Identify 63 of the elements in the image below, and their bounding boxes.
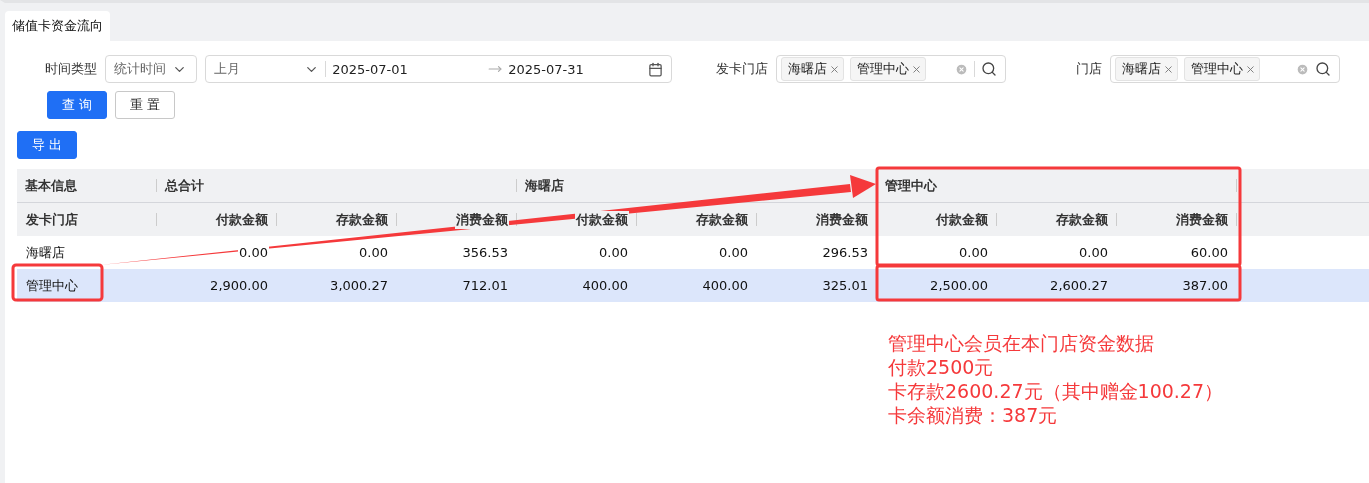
- field-label: 门店: [1076, 60, 1102, 78]
- table-cell: 712.01: [461, 278, 509, 293]
- column-header: 发卡门店: [25, 210, 79, 229]
- table-cell: 管理中心: [25, 276, 79, 295]
- search-icon[interactable]: [981, 61, 997, 77]
- close-icon[interactable]: [829, 63, 840, 75]
- store-tag: 海曙店: [1115, 57, 1178, 81]
- table-cell: 356.53: [461, 245, 509, 260]
- table-cell: 2,600.27: [1049, 278, 1109, 293]
- store-select[interactable]: 海曙店 管理中心: [776, 55, 1006, 83]
- table-row[interactable]: 管理中心 2,900.00 3,000.27 712.01 400.00 400.00 325.01 2,500.00 2,600.27 387.00: [17, 269, 1369, 302]
- store-tag: 管理中心: [1184, 57, 1260, 81]
- table-cell: 海曙店: [25, 243, 66, 262]
- store-select[interactable]: 海曙店 管理中心: [1110, 55, 1340, 83]
- annotation-line: 卡余额消费：387元: [888, 403, 1059, 427]
- close-icon[interactable]: [1245, 63, 1256, 75]
- table-cell: 2,500.00: [929, 278, 989, 293]
- table-cell: 0.00: [718, 245, 749, 260]
- close-icon[interactable]: [911, 63, 922, 75]
- field-label: 时间类型: [45, 60, 97, 78]
- table-cell: 325.01: [821, 278, 869, 293]
- group-header: 总合计: [157, 169, 517, 202]
- column-header: 存款金额: [695, 210, 749, 229]
- query-button[interactable]: 查 询: [47, 91, 108, 119]
- group-header: 基本信息: [17, 169, 157, 202]
- date-range-picker[interactable]: 上月 2025-07-01 2025-07-31: [205, 55, 672, 83]
- table-cell: 387.00: [1181, 278, 1229, 293]
- time-type-select[interactable]: 统计时间: [105, 55, 197, 83]
- reset-button[interactable]: 重 置: [115, 91, 176, 119]
- field-label: 发卡门店: [716, 60, 768, 78]
- close-icon[interactable]: [1163, 63, 1174, 75]
- group-header: 管理中心: [877, 169, 1237, 202]
- column-header: 消费金额: [815, 210, 869, 229]
- table-cell: 400.00: [701, 278, 749, 293]
- table-cell: 0.00: [598, 245, 629, 260]
- column-header: 付款金额: [215, 210, 269, 229]
- annotation-line: 卡存款2600.27元（其中赠金100.27）: [888, 379, 1224, 403]
- export-button[interactable]: 导 出: [17, 131, 78, 159]
- table-cell: 400.00: [581, 278, 629, 293]
- table-cell: 0.00: [1078, 245, 1109, 260]
- table-cell: 60.00: [1189, 245, 1229, 260]
- annotation-line: 管理中心会员在本门店资金数据: [888, 331, 1155, 355]
- group-header: 海曙店: [517, 169, 877, 202]
- column-header: 消费金额: [1175, 210, 1229, 229]
- table-cell: 0.00: [238, 245, 269, 260]
- table-cell: 296.53: [821, 245, 869, 260]
- table-cell: 0.00: [958, 245, 989, 260]
- search-icon[interactable]: [1315, 61, 1331, 77]
- clear-icon[interactable]: [1296, 62, 1309, 76]
- table-cell: 3,000.27: [329, 278, 389, 293]
- annotation-line: 付款2500元: [888, 355, 995, 379]
- column-header: 付款金额: [575, 210, 629, 229]
- column-header: 付款金额: [935, 210, 989, 229]
- column-header: 存款金额: [1055, 210, 1109, 229]
- store-tag: 海曙店: [781, 57, 844, 81]
- clear-icon[interactable]: [955, 62, 968, 76]
- column-header: 存款金额: [335, 210, 389, 229]
- table-cell: 0.00: [358, 245, 389, 260]
- calendar-icon: [648, 61, 663, 77]
- table-cell: 2,900.00: [209, 278, 269, 293]
- column-header: 消费金额: [455, 210, 509, 229]
- page-tab[interactable]: 储值卡资金流向: [5, 11, 110, 41]
- store-tag: 管理中心: [850, 57, 926, 81]
